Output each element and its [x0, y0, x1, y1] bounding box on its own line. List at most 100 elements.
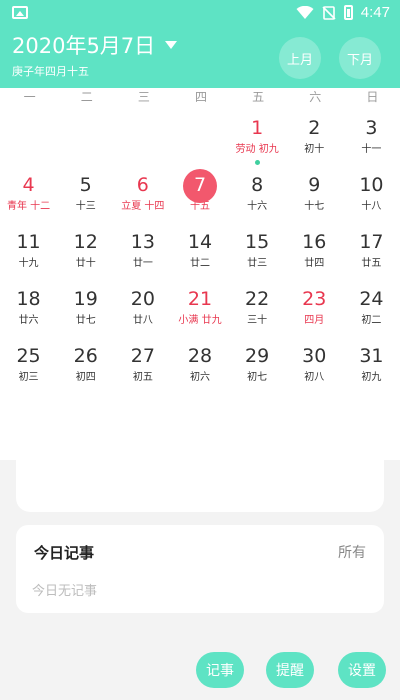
day-lunar-label: 廿二	[189, 258, 210, 269]
day-number: 2	[308, 117, 321, 139]
prev-month-button[interactable]: 上月	[279, 37, 321, 79]
date-title: 2020年5月7日	[12, 34, 156, 58]
empty-day-cell	[57, 112, 114, 169]
day-cell[interactable]: 29 初七	[229, 340, 286, 397]
day-cell[interactable]: 1 劳动 初九	[229, 112, 286, 169]
weekday-label: 日	[366, 90, 379, 104]
caret-down-icon	[165, 41, 178, 49]
weekday-header: 一二三四五六日	[0, 88, 400, 108]
day-cell[interactable]: 23 四月	[286, 283, 343, 340]
weekday-label: 六	[309, 90, 322, 104]
day-number: 8	[251, 174, 264, 196]
day-cell[interactable]: 3 十一	[343, 112, 400, 169]
day-cell[interactable]: 25 初三	[0, 340, 57, 397]
day-number: 10	[359, 174, 384, 196]
day-cell[interactable]: 17 廿五	[343, 226, 400, 283]
battery-icon	[343, 5, 353, 20]
date-title-dropdown[interactable]: 2020年5月7日	[12, 30, 178, 60]
day-number: 19	[73, 288, 98, 310]
day-cell[interactable]: 14 廿二	[171, 226, 228, 283]
day-lunar-label: 十七	[304, 201, 325, 212]
day-cell[interactable]: 27 初五	[114, 340, 171, 397]
calendar: 一 二 三 四 五 六 日 1 劳动 初九 2 初十 3 十一 4 青年 十二 5 十三 6 立夏 十四 7 十五 8 十…	[0, 88, 400, 460]
day-cell[interactable]: 13 廿一	[114, 226, 171, 283]
day-lunar-label: 初九	[361, 372, 382, 383]
day-lunar-label: 初二	[361, 315, 382, 326]
day-cell[interactable]: 9 十七	[286, 169, 343, 226]
day-number: 16	[302, 231, 327, 253]
day-lunar-label: 立夏 十四	[121, 201, 165, 212]
day-number: 13	[130, 231, 155, 253]
day-cell[interactable]: 20 廿八	[114, 283, 171, 340]
day-lunar-label: 十三	[75, 201, 96, 212]
day-lunar-label: 十六	[247, 201, 268, 212]
day-cell[interactable]: 4 青年 十二	[0, 169, 57, 226]
day-number: 1	[251, 117, 264, 139]
weekday-label: 五	[252, 90, 265, 104]
day-cell[interactable]: 12 廿十	[57, 226, 114, 283]
day-number: 3	[365, 117, 378, 139]
day-cell[interactable]: 5 十三	[57, 169, 114, 226]
day-cell[interactable]: 24 初二	[343, 283, 400, 340]
day-number: 12	[73, 231, 98, 253]
memo-all-link[interactable]: 所有	[338, 542, 366, 562]
day-cell[interactable]: 8 十六	[229, 169, 286, 226]
weekday-label: 三	[137, 90, 150, 104]
day-lunar-label: 初四	[75, 372, 96, 383]
day-cell[interactable]: 18 廿六	[0, 283, 57, 340]
day-number: 24	[359, 288, 384, 310]
day-cell[interactable]: 30 初八	[286, 340, 343, 397]
day-lunar-label: 廿六	[18, 315, 39, 326]
day-number: 15	[245, 231, 270, 253]
day-cell[interactable]: 16 廿四	[286, 226, 343, 283]
day-cell[interactable]: 19 廿七	[57, 283, 114, 340]
calendar-bottom-panel	[16, 456, 384, 512]
empty-day-cell	[171, 112, 228, 169]
day-lunar-label: 初三	[18, 372, 39, 383]
day-number: 11	[16, 231, 41, 253]
day-number: 9	[308, 174, 321, 196]
day-cell[interactable]: 2 初十	[286, 112, 343, 169]
day-number: 30	[302, 345, 327, 367]
day-cell[interactable]: 10 十八	[343, 169, 400, 226]
day-cell-today[interactable]: 7 十五	[171, 169, 228, 226]
next-month-button[interactable]: 下月	[339, 37, 381, 79]
weekday-label: 一	[23, 90, 36, 104]
day-cell[interactable]: 21 小满 廿九	[171, 283, 228, 340]
day-number: 22	[245, 288, 270, 310]
note-button[interactable]: 记事	[196, 652, 244, 688]
day-cell[interactable]: 31 初九	[343, 340, 400, 397]
status-time: 4:47	[360, 4, 390, 21]
day-lunar-label: 廿五	[361, 258, 382, 269]
day-lunar-label: 廿一	[132, 258, 153, 269]
day-lunar-label: 劳动 初九	[235, 144, 279, 155]
day-number: 26	[73, 345, 98, 367]
day-cell[interactable]: 28 初六	[171, 340, 228, 397]
day-lunar-label: 廿四	[304, 258, 325, 269]
event-dot	[255, 160, 261, 165]
day-number: 20	[130, 288, 155, 310]
remind-button[interactable]: 提醒	[266, 652, 314, 688]
day-lunar-label: 十一	[361, 144, 382, 155]
day-lunar-label: 初六	[189, 372, 210, 383]
status-bar: 4:47	[0, 0, 400, 26]
day-cell[interactable]: 11 十九	[0, 226, 57, 283]
day-cell[interactable]: 6 立夏 十四	[114, 169, 171, 226]
calendar-grid: 1 劳动 初九 2 初十 3 十一 4 青年 十二 5 十三 6 立夏 十四 7 十五 8 十六 9 十七 10 十八…	[0, 112, 400, 397]
day-cell[interactable]: 26 初四	[57, 340, 114, 397]
day-number: 25	[16, 345, 41, 367]
day-number: 4	[22, 174, 35, 196]
day-cell[interactable]: 22 三十	[229, 283, 286, 340]
day-number: 28	[187, 345, 213, 367]
day-lunar-label: 初五	[132, 372, 153, 383]
day-lunar-label: 廿七	[75, 315, 96, 326]
day-lunar-label: 小满 廿九	[178, 315, 222, 326]
wifi-icon	[296, 5, 314, 19]
memo-empty-text: 今日无记事	[32, 584, 98, 599]
day-number: 7	[193, 174, 207, 196]
settings-button[interactable]: 设置	[338, 652, 386, 688]
status-icons: 4:47	[296, 4, 390, 21]
day-number: 6	[136, 174, 149, 196]
day-cell[interactable]: 15 廿三	[229, 226, 286, 283]
day-number: 18	[16, 288, 41, 310]
